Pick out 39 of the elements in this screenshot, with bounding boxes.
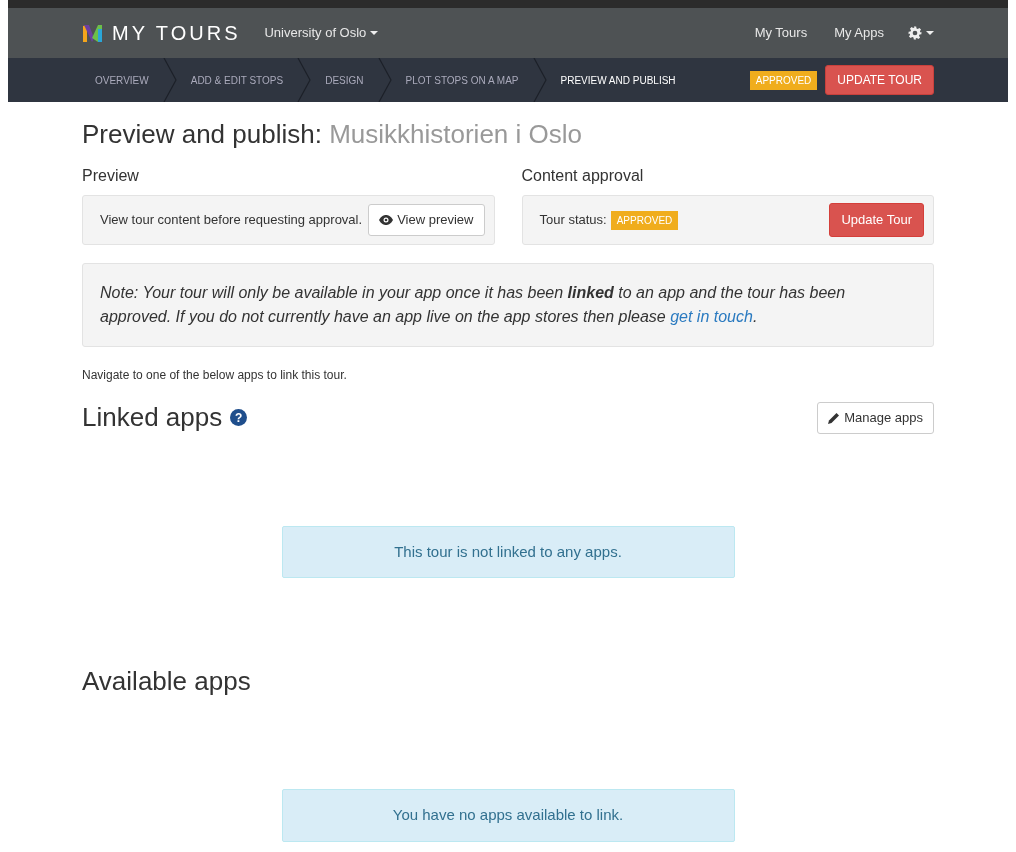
chevron-divider-icon [162, 58, 177, 102]
settings-dropdown[interactable] [908, 26, 934, 40]
organization-dropdown[interactable]: University of Oslo [264, 23, 379, 43]
section-heading: Content approval [521, 166, 645, 187]
status-badge: APPROVED [610, 210, 679, 230]
brand-title[interactable]: MY TOURS [112, 18, 241, 48]
nav-link[interactable]: My Apps [834, 23, 884, 43]
settings-icon [908, 26, 922, 40]
view-preview-button[interactable]: View preview [368, 204, 485, 236]
section-heading: Linked apps [82, 402, 223, 434]
tour-status-label: Tour status: [539, 211, 607, 230]
chevron-divider-icon [297, 58, 312, 102]
pencil-icon [828, 411, 841, 424]
update-tour-button[interactable]: Update Tour [829, 203, 924, 237]
info-message: You have no apps available to link. [281, 789, 735, 842]
status-badge: APPROVED [749, 70, 818, 90]
manage-apps-button[interactable]: Manage apps [817, 402, 934, 434]
step-tab[interactable]: PREVIEW AND PUBLISH [546, 58, 690, 102]
step-tab[interactable]: DESIGN [311, 58, 378, 102]
update-tour-button[interactable]: UPDATE TOUR [825, 65, 934, 95]
hint-text: Navigate to one of the below apps to link this tour. [82, 367, 348, 385]
step-tab[interactable]: ADD & EDIT STOPS [176, 58, 298, 102]
chevron-divider-icon [532, 58, 547, 102]
page-title: Preview and publish: Musikkhistorien i Oslo [82, 119, 583, 151]
preview-description: View tour content before requesting approval. [100, 211, 363, 230]
step-tab[interactable]: OVERVIEW [82, 58, 163, 102]
help-icon[interactable]: ? [230, 409, 248, 427]
logo-icon [82, 23, 104, 43]
chevron-divider-icon [377, 58, 392, 102]
section-heading: Preview [82, 166, 140, 187]
caret-icon [926, 31, 934, 35]
info-message: This tour is not linked to any apps. [281, 525, 735, 579]
caret-icon [370, 31, 379, 35]
eye-icon [379, 215, 394, 226]
step-tab[interactable]: PLOT STOPS ON A MAP [391, 58, 533, 102]
note-text: Note: Your tour will only be available in your app once it has been linked to an app and the tour has been approved. If you do not currently have an app live on the app stores then please get in touch. [82, 263, 934, 348]
nav-link[interactable]: My Tours [754, 23, 808, 43]
section-heading: Available apps [82, 666, 252, 698]
contact-link[interactable]: get in touch [670, 308, 753, 326]
